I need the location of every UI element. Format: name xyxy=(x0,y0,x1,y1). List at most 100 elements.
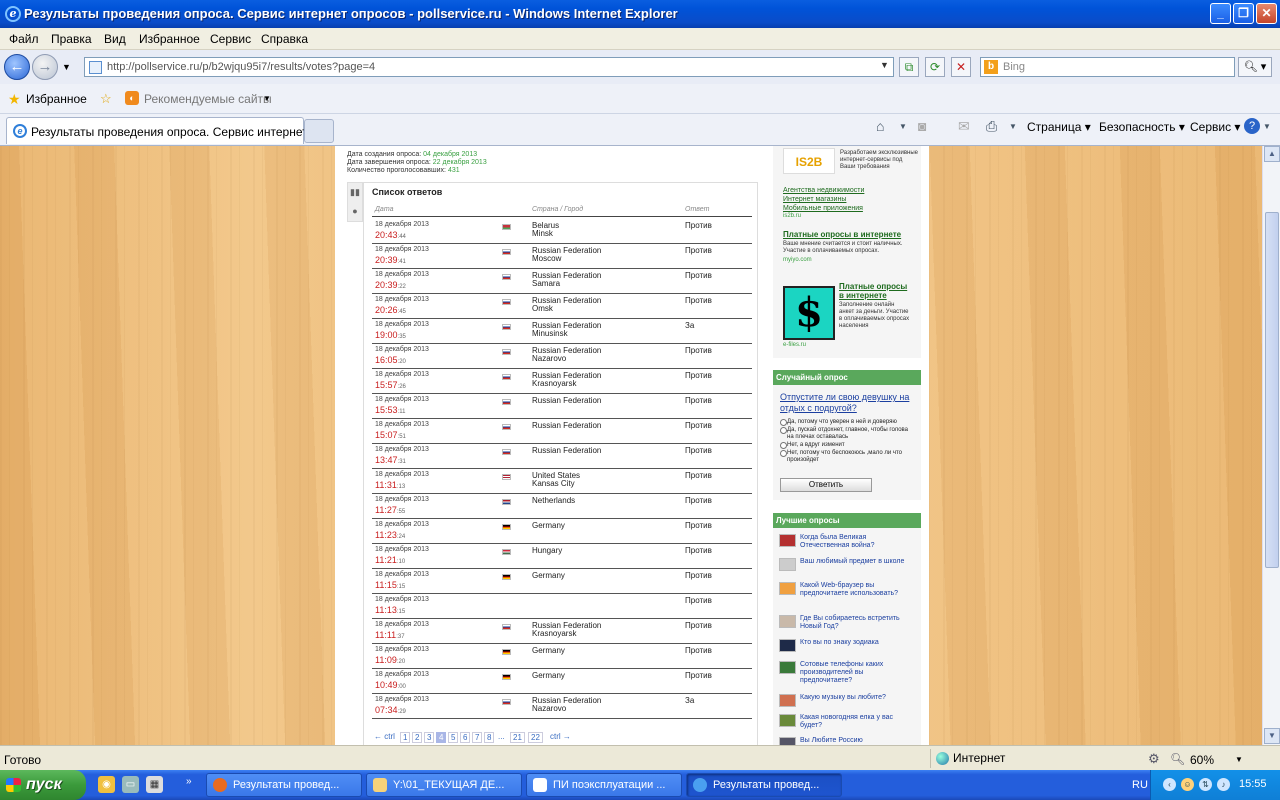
ad1-link-mobile[interactable]: Мобильные приложения xyxy=(783,204,913,213)
menu-view[interactable]: Вид xyxy=(104,32,126,46)
favorites-button[interactable]: Избранное xyxy=(26,92,87,106)
pager-next[interactable]: ctrl → xyxy=(548,732,573,741)
add-favorite-icon[interactable]: ☆ xyxy=(100,91,112,107)
ad3-title[interactable]: Платные опросы в интернете xyxy=(839,282,911,300)
dollar-ad-image[interactable]: $ xyxy=(783,286,835,340)
search-placeholder[interactable]: Bing xyxy=(1003,61,1025,73)
suggested-sites-link[interactable]: Рекомендуемые сайты xyxy=(144,92,272,106)
quicklaunch-icon-1[interactable]: ◉ xyxy=(98,776,115,793)
feeds-icon[interactable]: ◙ xyxy=(918,118,926,134)
best-poll-label[interactable]: Кто вы по знаку зодиака xyxy=(800,639,912,647)
home-dropdown-icon[interactable]: ▼ xyxy=(899,122,907,131)
tray-messenger-icon[interactable]: ☺ xyxy=(1181,778,1194,791)
back-button[interactable]: ← xyxy=(4,54,30,80)
pager-page-3[interactable]: 3 xyxy=(424,732,435,743)
protected-mode-icon[interactable]: ⚙ xyxy=(1148,751,1160,767)
pager-page-8[interactable]: 8 xyxy=(484,732,495,743)
pager-page-22[interactable]: 22 xyxy=(528,732,543,743)
tab-poll-results[interactable]: e Результаты проведения опроса. Сервис и… xyxy=(6,117,316,144)
answer-time-hm: 07:34 xyxy=(375,705,398,715)
scroll-thumb[interactable] xyxy=(1265,212,1279,568)
menu-file[interactable]: Файл xyxy=(9,32,39,46)
close-button[interactable]: ✕ xyxy=(1256,3,1277,24)
security-menu[interactable]: Безопасность ▾ xyxy=(1099,120,1185,134)
maximize-button[interactable]: ❐ xyxy=(1233,3,1254,24)
taskbar-item-document[interactable]: ПИ поэксплуатации ... xyxy=(526,773,682,797)
best-poll-label[interactable]: Какая новогодняя елка у вас будет? xyxy=(800,714,912,730)
refresh-icon[interactable]: ⟳ xyxy=(925,57,945,77)
country-flag-icon xyxy=(502,349,511,355)
home-icon[interactable]: ⌂ xyxy=(876,118,884,134)
suggested-sites-dropdown-icon[interactable]: ▼ xyxy=(263,94,271,103)
answers-columns: Дата Страна / Город Ответ xyxy=(372,205,752,217)
is2b-logo[interactable]: IS2B xyxy=(783,148,835,174)
menu-tools[interactable]: Сервис xyxy=(210,32,251,46)
search-button[interactable]: 🔍︎ ▾ xyxy=(1238,57,1272,77)
poll-option-2[interactable]: Да, пускай отдохнет, главное, чтобы голо… xyxy=(780,427,915,441)
vertical-scrollbar[interactable]: ▲ ▼ xyxy=(1262,146,1280,745)
ad1-link-realty[interactable]: Агентства недвижимости xyxy=(783,186,913,195)
pager-page-7[interactable]: 7 xyxy=(472,732,483,743)
scroll-down-icon[interactable]: ▼ xyxy=(1264,728,1280,744)
new-tab-button[interactable] xyxy=(304,119,334,143)
random-poll-question[interactable]: Отпустите ли свою девушку на отдых с под… xyxy=(780,392,915,414)
poll-answer-button[interactable]: Ответить xyxy=(780,478,872,492)
mail-icon[interactable]: ✉ xyxy=(958,118,970,135)
zoom-dropdown-icon[interactable]: ▼ xyxy=(1235,755,1243,764)
chart-view-icon[interactable]: ▮▮ xyxy=(348,183,362,202)
pager-page-5[interactable]: 5 xyxy=(448,732,459,743)
address-bar[interactable]: http://pollservice.ru/p/b2wjqu95i7/resul… xyxy=(84,57,894,77)
quicklaunch-more-icon[interactable]: » xyxy=(186,776,192,787)
pager-page-2[interactable]: 2 xyxy=(412,732,423,743)
address-url[interactable]: http://pollservice.ru/p/b2wjqu95i7/resul… xyxy=(107,61,375,73)
poll-option-3[interactable]: Нет, а вдруг изменит xyxy=(780,442,915,449)
pager-prev[interactable]: ← ctrl xyxy=(372,732,397,741)
best-poll-label[interactable]: Когда была Великая Отечественная война? xyxy=(800,534,912,550)
best-poll-label[interactable]: Где Вы собираетесь встретить Новый Год? xyxy=(800,615,912,631)
best-poll-label[interactable]: Какую музыку вы любите? xyxy=(800,694,912,702)
taskbar-item-folder[interactable]: Y:\01_ТЕКУЩАЯ ДЕ... xyxy=(366,773,522,797)
language-indicator[interactable]: RU xyxy=(1132,779,1148,791)
scroll-up-icon[interactable]: ▲ xyxy=(1264,146,1280,162)
compat-view-icon[interactable]: ⧉ xyxy=(899,57,919,77)
best-poll-label[interactable]: Какой Web-браузер вы предпочитаете испол… xyxy=(800,582,912,598)
tools-menu[interactable]: Сервис ▾ xyxy=(1190,120,1240,134)
tray-network-icon[interactable]: ⇅ xyxy=(1199,778,1212,791)
pager-page-21[interactable]: 21 xyxy=(510,732,525,743)
zoom-level[interactable]: 60% xyxy=(1190,753,1214,767)
page-menu[interactable]: Страница ▾ xyxy=(1027,120,1091,134)
zoom-icon[interactable]: 🔍︎ xyxy=(1170,752,1185,766)
help-dropdown-icon[interactable]: ▼ xyxy=(1263,122,1271,131)
search-box[interactable]: b Bing xyxy=(980,57,1235,77)
answer-date: 18 декабря 2013 xyxy=(375,296,429,303)
quicklaunch-calc-icon[interactable]: ▦ xyxy=(146,776,163,793)
menu-help[interactable]: Справка xyxy=(261,32,308,46)
favorites-star-icon[interactable]: ★ xyxy=(8,91,21,108)
user-view-icon[interactable]: ● xyxy=(348,202,362,221)
ad1-link-shops[interactable]: Интернет магазины xyxy=(783,195,913,204)
pager-page-6[interactable]: 6 xyxy=(460,732,471,743)
quicklaunch-desktop-icon[interactable]: ▭ xyxy=(122,776,139,793)
menu-edit[interactable]: Правка xyxy=(51,32,92,46)
print-icon[interactable]: ⎙ xyxy=(986,118,997,135)
address-dropdown-icon[interactable]: ▼ xyxy=(878,60,891,74)
tray-volume-icon[interactable]: ♪ xyxy=(1217,778,1230,791)
poll-option-1[interactable]: Да, потому что уверен в ней и доверяю xyxy=(780,419,915,426)
tray-arrow-icon[interactable]: ‹ xyxy=(1163,778,1176,791)
best-poll-label[interactable]: Вы Любите Россию xyxy=(800,737,912,745)
poll-option-4[interactable]: Нет, потому что беспокоюсь ,мало ли что … xyxy=(780,450,915,464)
ad2-title[interactable]: Платные опросы в интернете xyxy=(783,230,915,239)
start-button[interactable]: пуск xyxy=(0,770,86,800)
taskbar-item-ie[interactable]: Результаты провед... xyxy=(686,773,842,797)
help-icon[interactable]: ? xyxy=(1244,118,1260,134)
pager-page-1[interactable]: 1 xyxy=(400,732,411,743)
minimize-button[interactable]: _ xyxy=(1210,3,1231,24)
best-poll-label[interactable]: Ваш любимый предмет в школе xyxy=(800,558,912,566)
best-poll-label[interactable]: Сотовые телефоны каких производителей вы… xyxy=(800,661,912,685)
print-dropdown-icon[interactable]: ▼ xyxy=(1009,122,1017,131)
taskbar-item-firefox[interactable]: Результаты провед... xyxy=(206,773,362,797)
menu-favorites[interactable]: Избранное xyxy=(139,32,200,46)
stop-icon[interactable]: ✕ xyxy=(951,57,971,77)
forward-button[interactable]: → xyxy=(32,54,58,80)
history-dropdown-icon[interactable]: ▼ xyxy=(62,62,71,72)
